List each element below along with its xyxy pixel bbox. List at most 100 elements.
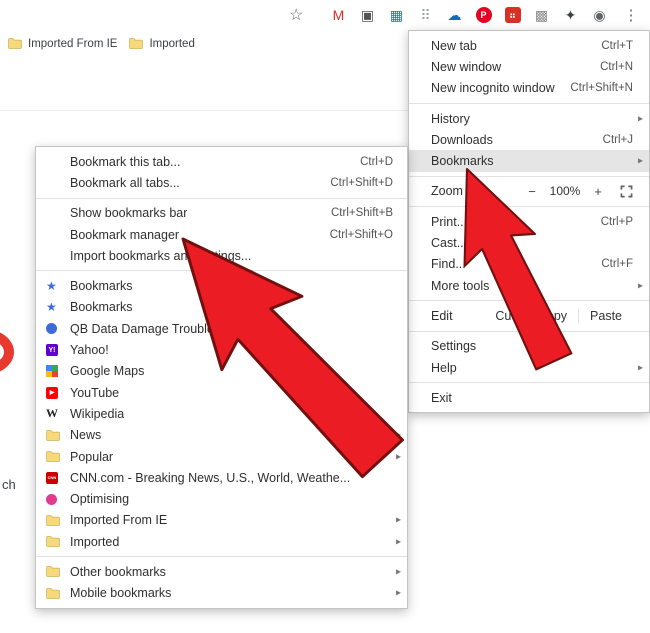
menu-item-qb-data-damage-troubleshooting[interactable]: QB Data Damage Troubleshooting (36, 318, 407, 339)
menu-item-help[interactable]: Help▸ (409, 357, 649, 378)
menu-item-label: Imported (70, 535, 119, 549)
extension-icon-5[interactable]: ✦ (556, 3, 585, 27)
menu-item-label: More tools (431, 279, 489, 293)
menu-item-history[interactable]: History▸ (409, 108, 649, 129)
bookmarks-submenu: Bookmark this tab... Ctrl+D Bookmark all t… (35, 146, 408, 609)
menu-item-label: Yahoo! (70, 343, 109, 357)
menu-item-bookmarks[interactable]: Bookmarks▸ (409, 150, 649, 171)
gmail-icon[interactable]: M (324, 3, 353, 27)
cloud-icon[interactable]: ☁ (440, 3, 469, 27)
menu-item-wikipedia[interactable]: WWikipedia (36, 403, 407, 424)
pink-dot-icon (46, 494, 70, 505)
menu-item-shortcut: Ctrl+T (601, 40, 633, 52)
extension-icon-3[interactable]: ⠶ (498, 3, 527, 27)
extension-icon-3-glyph: ⠶ (505, 7, 521, 23)
submenu-arrow-icon: ▸ (638, 156, 643, 167)
menu-item-find[interactable]: Find...Ctrl+F (409, 254, 649, 275)
bookmarks-bar-item-imported[interactable]: Imported (129, 38, 194, 50)
menu-item-cast[interactable]: Cast... (409, 232, 649, 253)
menu-item-new-incognito-window[interactable]: New incognito windowCtrl+Shift+N (409, 78, 649, 99)
menu-item-more-tools[interactable]: More tools▸ (409, 275, 649, 296)
edit-paste-button[interactable]: Paste (578, 309, 633, 323)
menu-item-optimising[interactable]: Optimising (36, 488, 407, 509)
browser-menu-button[interactable]: ⋮ (620, 4, 642, 26)
menu-item-popular[interactable]: Popular▸ (36, 446, 407, 467)
menu-item-shortcut: Ctrl+N (600, 61, 633, 73)
cnn-icon: CNN (46, 472, 70, 484)
fullscreen-icon[interactable] (620, 185, 633, 198)
pinterest-icon-glyph: P (476, 7, 492, 23)
bookmarks-bar-label: Imported From IE (28, 38, 117, 50)
menu-item-bookmark-this-tab[interactable]: Bookmark this tab... Ctrl+D (36, 151, 407, 172)
edit-copy-button[interactable]: Copy (526, 309, 578, 323)
page-divider (0, 110, 408, 111)
extension-icon-4-glyph: ▩ (535, 8, 548, 22)
menu-item-label: Imported From IE (70, 513, 167, 527)
menu-item-new-tab[interactable]: New tabCtrl+T (409, 35, 649, 56)
menu-separator (36, 556, 407, 557)
menu-item-zoom[interactable]: Zoom −100%+ (409, 181, 649, 202)
zoom-in-button[interactable]: + (588, 184, 608, 199)
menu-item-google-maps[interactable]: Google Maps (36, 361, 407, 382)
folder-icon (46, 515, 70, 526)
menu-item-exit[interactable]: Exit (409, 387, 649, 408)
extension-icon-1[interactable]: ▣ (353, 3, 382, 27)
submenu-arrow-icon: ▸ (396, 588, 401, 599)
menu-item-label: Popular (70, 450, 113, 464)
extension-icon-4[interactable]: ▩ (527, 3, 556, 27)
menu-item-label: CNN.com - Breaking News, U.S., World, We… (70, 471, 350, 485)
menu-item-bookmarks[interactable]: ★Bookmarks (36, 297, 407, 318)
menu-item-other-bookmarks[interactable]: Other bookmarks▸ (36, 561, 407, 582)
folder-icon (46, 566, 70, 577)
blue-dot-icon (46, 323, 70, 334)
menu-item-settings[interactable]: Settings (409, 336, 649, 357)
menu-item-label: Find... (431, 257, 466, 271)
extension-icon-2[interactable]: ▦ (382, 3, 411, 27)
menu-separator (409, 331, 649, 332)
menu-item-youtube[interactable]: ▶YouTube (36, 382, 407, 403)
submenu-arrow-icon: ▸ (396, 566, 401, 577)
chrome-menu: New tabCtrl+T New window Ctrl+N New incogni… (408, 30, 650, 413)
star-icon: ★ (46, 300, 70, 314)
menu-item-cnn-com-breaking-news-u-s-world-weathe[interactable]: CNNCNN.com - Breaking News, U.S., World,… (36, 467, 407, 488)
menu-item-bookmarks[interactable]: ★Bookmarks (36, 275, 407, 296)
menu-item-label: Bookmark this tab... (70, 155, 180, 169)
menu-item-label: News (70, 428, 101, 442)
menu-item-bookmark-manager[interactable]: Bookmark managerCtrl+Shift+O (36, 224, 407, 245)
menu-item-imported-from-ie[interactable]: Imported From IE▸ (36, 510, 407, 531)
menu-item-yahoo[interactable]: Y!Yahoo! (36, 339, 407, 360)
menu-item-imported[interactable]: Imported▸ (36, 531, 407, 552)
folder-icon (46, 588, 70, 599)
bookmarks-bar-item-imported-from-ie[interactable]: Imported From IE (8, 38, 117, 50)
menu-item-shortcut: Ctrl+Shift+O (330, 229, 393, 241)
menu-item-shortcut: Ctrl+D (360, 156, 393, 168)
zoom-label: Zoom (431, 184, 463, 198)
toolbar-extensions: M▣ ▦ ⠿☁ P ⠶ ▩ ✦ ◉ (324, 3, 614, 27)
zoom-controls: −100%+ (522, 184, 633, 199)
menu-item-new-window[interactable]: New window Ctrl+N (409, 56, 649, 77)
menu-item-print[interactable]: Print...Ctrl+P (409, 211, 649, 232)
extension-icon-5-glyph: ✦ (565, 8, 577, 22)
menu-item-bookmark-all-tabs[interactable]: Bookmark all tabs...Ctrl+Shift+D (36, 172, 407, 193)
menu-item-label: Bookmarks (70, 279, 133, 293)
apps-grid-icon[interactable]: ⠿ (411, 3, 440, 27)
folder-icon (8, 38, 22, 49)
profile-icon[interactable]: ◉ (585, 3, 614, 27)
menu-item-label: New window (431, 60, 501, 74)
menu-item-label: Settings (431, 339, 476, 353)
edit-cut-button[interactable]: Cut (484, 309, 525, 323)
menu-item-import-bookmarks-and-settings[interactable]: Import bookmarks and settings... (36, 245, 407, 266)
zoom-out-button[interactable]: − (522, 184, 542, 199)
pinterest-icon[interactable]: P (469, 3, 498, 27)
menu-item-edit[interactable]: Edit CutCopyPaste (409, 305, 649, 326)
menu-item-news[interactable]: News▸ (36, 425, 407, 446)
extension-icon-2-glyph: ▦ (390, 8, 403, 22)
menu-item-mobile-bookmarks[interactable]: Mobile bookmarks ▸ (36, 583, 407, 604)
menu-item-downloads[interactable]: DownloadsCtrl+J (409, 129, 649, 150)
page-red-circle (0, 329, 14, 375)
menu-item-label: Mobile bookmarks (70, 586, 171, 600)
bookmark-star-icon[interactable]: ☆ (289, 5, 303, 25)
browser-toolbar: ☆ M▣ ▦ ⠿☁ P ⠶ ▩ ✦ ◉ ⋮ (0, 0, 650, 30)
menu-item-show-bookmarks-bar[interactable]: Show bookmarks barCtrl+Shift+B (36, 203, 407, 224)
edit-label: Edit (431, 309, 453, 323)
